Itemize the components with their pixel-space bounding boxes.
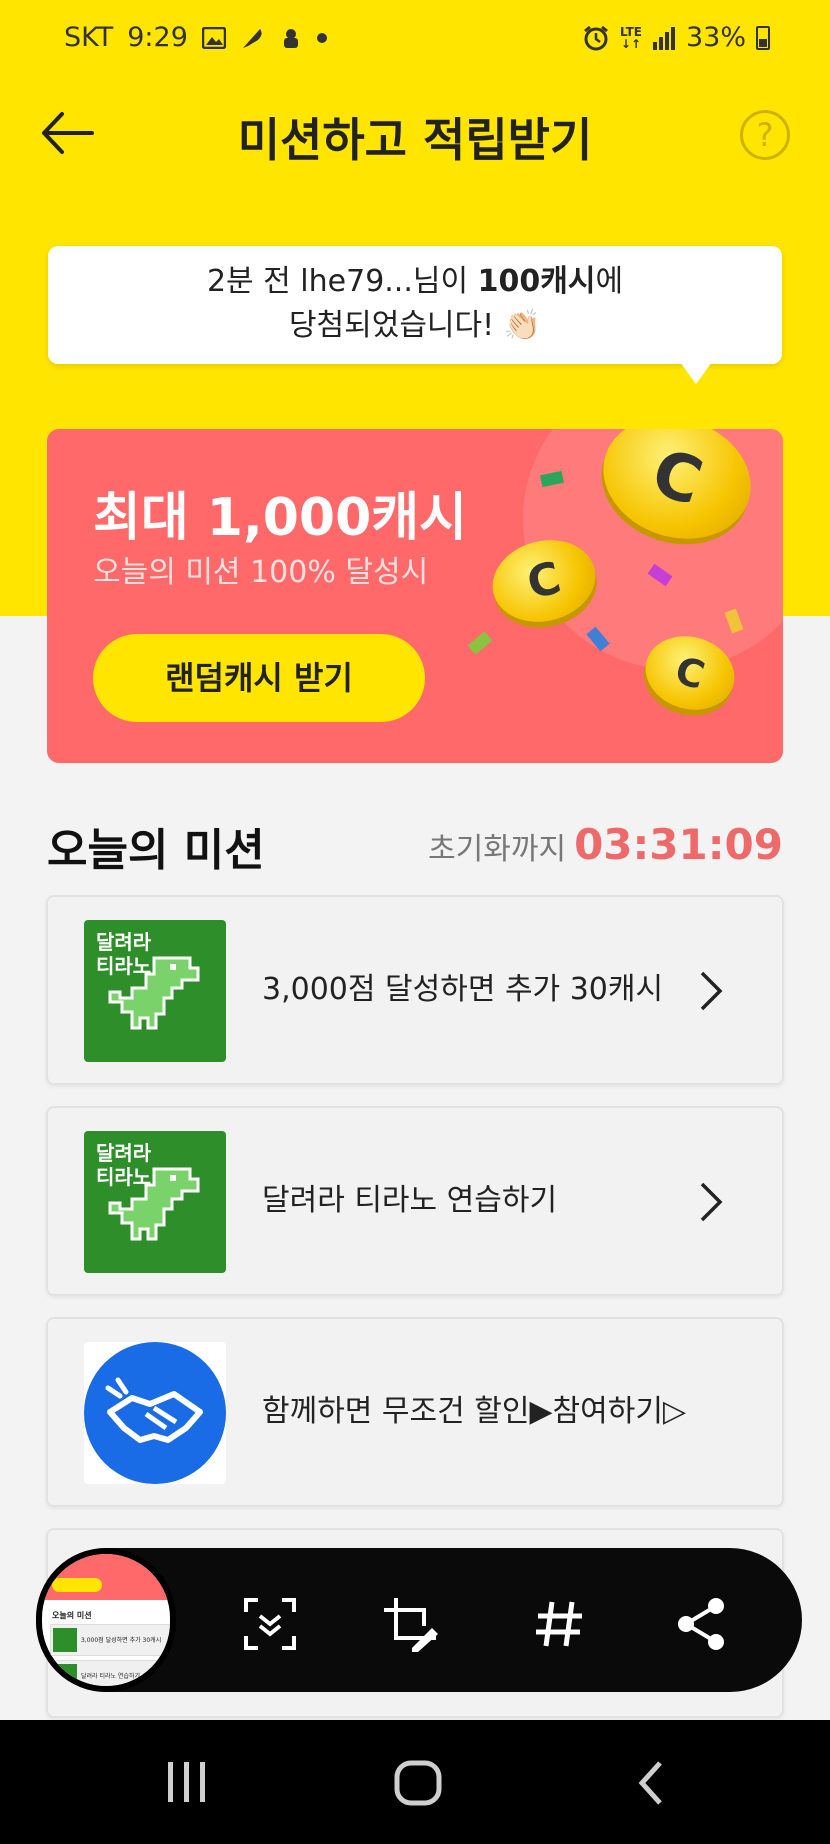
- battery-percent: 33%: [685, 22, 746, 53]
- promo-title: 최대 1,000캐시: [93, 488, 467, 548]
- preview-banner: [42, 1554, 170, 1600]
- hashtag-icon[interactable]: [532, 1596, 588, 1652]
- recents-icon[interactable]: [164, 1760, 210, 1804]
- back-icon[interactable]: [636, 1760, 666, 1806]
- promo-subtitle: 오늘의 미션 100% 달성시: [93, 555, 429, 590]
- carrier-label: SKT: [64, 22, 114, 53]
- preview-title: 오늘의 미션: [52, 1611, 92, 1620]
- dot-icon: [316, 32, 327, 43]
- alarm-icon: [584, 25, 608, 50]
- dinosaur-icon: [108, 1167, 200, 1241]
- app-header: 미션하고 적립받기 ?: [0, 90, 830, 180]
- screenshot-toolbar: 오늘의 미션 3,000점 달성하면 추가 30캐시 달려라 티라노 연습하기: [36, 1548, 802, 1692]
- chevron-right-icon: [700, 971, 723, 1011]
- handshake-icon: [84, 1342, 226, 1484]
- android-icon: [283, 28, 298, 48]
- reset-countdown: 초기화까지 03:31:09: [428, 820, 783, 869]
- reset-label: 초기화까지: [428, 832, 567, 867]
- preview-button: [52, 1578, 102, 1592]
- confetti: [467, 631, 493, 655]
- mission-label: 3,000점 달성하면 추가 30캐시: [262, 972, 664, 1007]
- screenshot-preview-thumbnail[interactable]: 오늘의 미션 3,000점 달성하면 추가 30캐시 달려라 티라노 연습하기: [36, 1548, 176, 1692]
- group-deal-thumbnail: [84, 1342, 226, 1484]
- page-title: 미션하고 적립받기: [237, 113, 593, 167]
- scroll-capture-icon[interactable]: [242, 1596, 298, 1652]
- status-right: LTE ↓↑ 33%: [582, 22, 770, 53]
- missions-title: 오늘의 미션: [47, 825, 265, 876]
- winner-notice: 2분 전 lhe79...님이 100캐시에 당첨되었습니다! 👏🏻: [48, 246, 782, 364]
- preview-row: 3,000점 달성하면 추가 30캐시: [50, 1624, 170, 1656]
- clock: 9:29: [127, 22, 188, 53]
- status-bar: SKT 9:29 LTE ↓↑ 33%: [0, 0, 830, 80]
- mission-item[interactable]: 함께하면 무조건 할인▶참여하기▷: [46, 1317, 784, 1507]
- promo-banner[interactable]: 최대 1,000캐시 오늘의 미션 100% 달성시 랜덤캐시 받기 C C C: [47, 429, 783, 763]
- feather-icon: [242, 28, 262, 48]
- crop-edit-icon[interactable]: [382, 1596, 438, 1652]
- random-cash-button[interactable]: 랜덤캐시 받기: [93, 634, 425, 722]
- share-icon[interactable]: [674, 1596, 730, 1652]
- chevron-right-icon: [700, 1182, 723, 1222]
- lte-icon: LTE ↓↑: [619, 24, 642, 51]
- mission-item[interactable]: 달려라 티라노 달려라 티라노 연습하기: [46, 1106, 784, 1296]
- battery-icon: [756, 25, 770, 50]
- navigation-bar: [0, 1720, 830, 1844]
- mission-label: 달려라 티라노 연습하기: [262, 1183, 558, 1218]
- notice-tail: [680, 362, 712, 384]
- notice-line1: 2분 전 lhe79...님이 100캐시에: [206, 264, 624, 299]
- mission-label: 함께하면 무조건 할인▶참여하기▷: [262, 1394, 687, 1429]
- mission-item[interactable]: 달려라 티라노 3,000점 달성하면 추가 30캐시: [46, 895, 784, 1085]
- home-icon[interactable]: [394, 1760, 442, 1806]
- reset-timer: 03:31:09: [574, 820, 783, 869]
- signal-icon: [652, 26, 675, 50]
- image-icon: [201, 26, 226, 49]
- dino-game-thumbnail: 달려라 티라노: [84, 920, 226, 1062]
- notice-line2: 당첨되었습니다! 👏🏻: [288, 308, 542, 343]
- dinosaur-icon: [108, 956, 200, 1030]
- status-left: SKT 9:29: [64, 22, 328, 53]
- help-button[interactable]: ?: [740, 110, 790, 160]
- dino-game-thumbnail: 달려라 티라노: [84, 1131, 226, 1273]
